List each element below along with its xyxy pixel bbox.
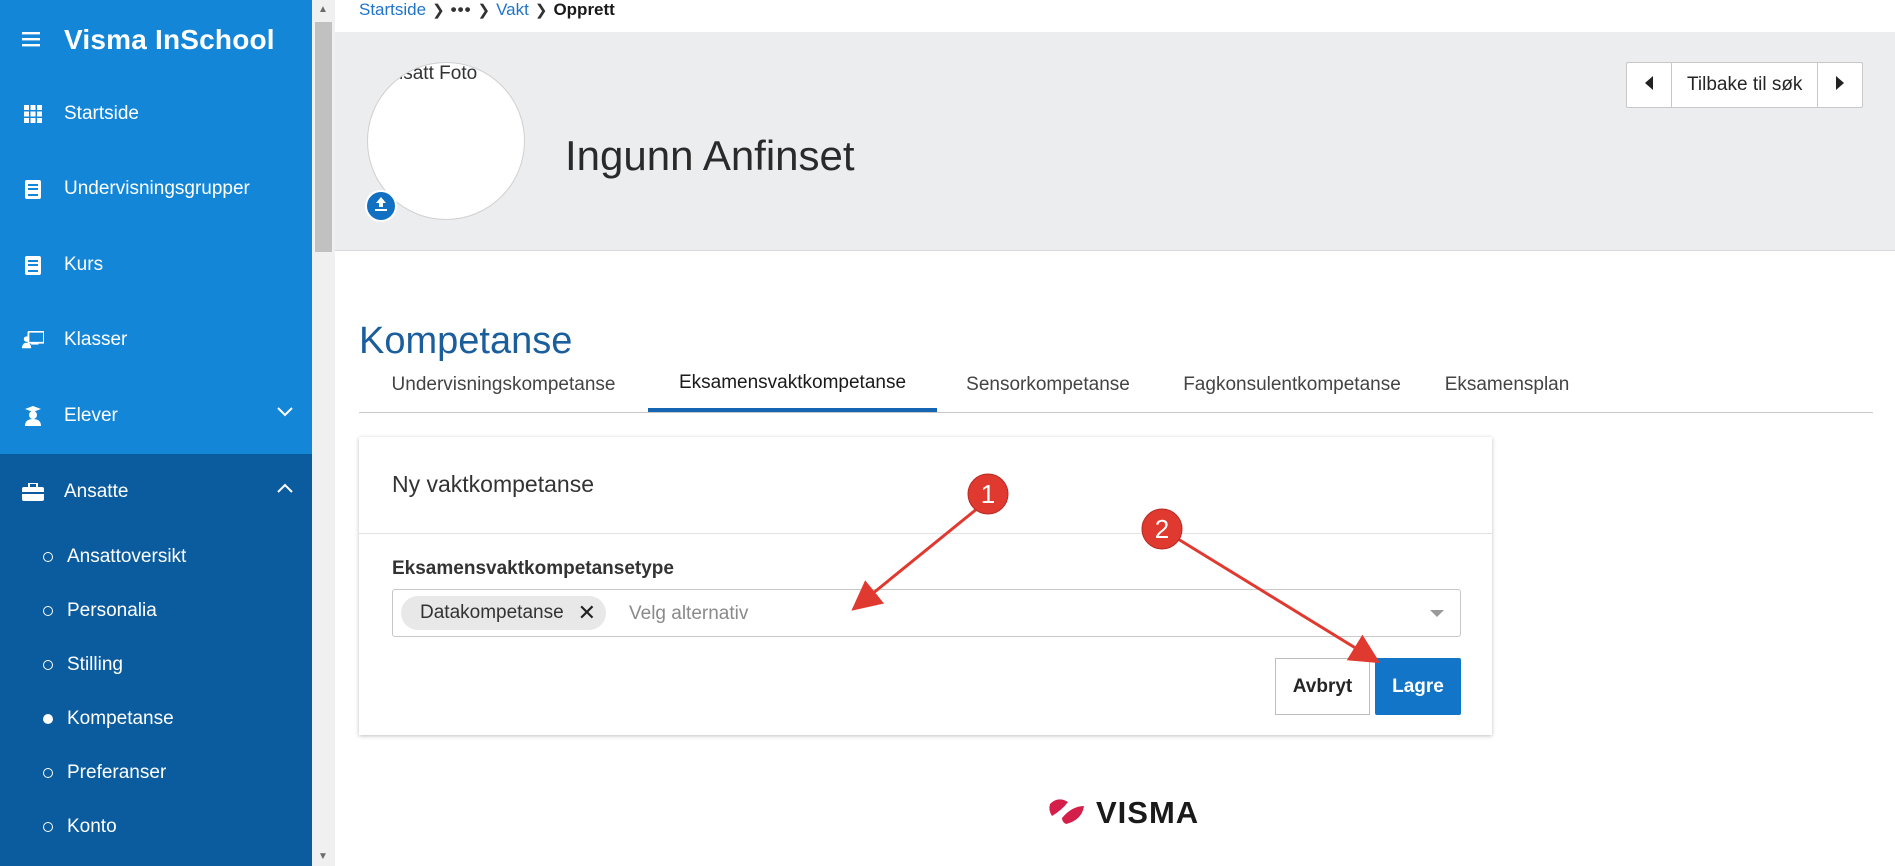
caret-left-icon (1644, 75, 1654, 95)
tab-eksamensplan[interactable]: Eksamensplan (1425, 358, 1589, 412)
sidebar-scrollbar[interactable]: ▲ ▼ (312, 0, 335, 866)
scroll-up-arrow-icon[interactable]: ▲ (318, 4, 328, 15)
sidebar: Visma InSchool Startside Undervisningsgr… (0, 0, 312, 866)
select-placeholder: Velg alternativ (629, 603, 749, 624)
chevron-down-icon[interactable] (276, 405, 294, 423)
app-brand: Visma InSchool (22, 20, 275, 60)
radio-dot-icon (43, 768, 53, 778)
upload-photo-button[interactable] (365, 190, 397, 222)
chevron-right-icon: ❯ (432, 2, 445, 19)
book-icon (22, 254, 44, 276)
breadcrumb-current: Opprett (553, 0, 615, 19)
sidebar-item-label: Ansatte (64, 481, 129, 502)
remove-chip-icon[interactable]: ✕ (578, 602, 596, 624)
visma-logo-text: VISMA (1096, 795, 1200, 830)
save-button[interactable]: Lagre (1375, 658, 1461, 715)
chevron-right-icon: ❯ (477, 2, 491, 19)
main-content: Startside ❯ ••• ❯ Vakt ❯ Opprett Ansatt … (335, 0, 1895, 866)
sidebar-subitem-label: Ansattoversikt (67, 546, 187, 567)
sidebar-item-klasser[interactable]: Klasser (0, 315, 312, 365)
sidebar-item-ansatte[interactable]: Ansatte (0, 467, 312, 517)
sidebar-item-undervisningsgrupper[interactable]: Undervisningsgrupper (0, 164, 312, 214)
classroom-icon (22, 329, 44, 351)
chevron-right-icon: ❯ (534, 2, 548, 19)
competence-tabs: Undervisningskompetanse Eksamensvaktkomp… (359, 358, 1873, 413)
chevron-up-icon[interactable] (276, 481, 294, 499)
sidebar-subitem-label: Personalia (67, 600, 157, 621)
sidebar-subitem-kompetanse[interactable]: Kompetanse (0, 699, 312, 739)
employee-name: Ingunn Anfinset (565, 132, 855, 180)
sidebar-item-elever[interactable]: Elever (0, 391, 312, 441)
tab-eksamensvaktkompetanse[interactable]: Eksamensvaktkompetanse (648, 358, 937, 412)
back-to-search-group: Tilbake til søk (1626, 62, 1864, 108)
sidebar-subitem-preferanser[interactable]: Preferanser (0, 753, 312, 793)
page-title: Kompetanse (359, 319, 573, 362)
competence-type-select[interactable]: Datakompetanse ✕ Velg alternativ (392, 589, 1461, 637)
sidebar-subitem-label: Kompetanse (67, 708, 174, 729)
sidebar-subitem-label: Preferanser (67, 762, 167, 783)
briefcase-icon (22, 481, 44, 503)
visma-logo-mark-icon (1048, 796, 1088, 831)
sidebar-subitem-label: Konto (67, 816, 117, 837)
sidebar-item-kurs[interactable]: Kurs (0, 240, 312, 290)
cancel-button[interactable]: Avbryt (1275, 658, 1370, 715)
scroll-down-arrow-icon[interactable]: ▼ (318, 851, 328, 862)
sidebar-subitem-stilling[interactable]: Stilling (0, 645, 312, 685)
breadcrumb: Startside ❯ ••• ❯ Vakt ❯ Opprett (359, 0, 615, 20)
divider (359, 533, 1492, 534)
radio-dot-icon (43, 552, 53, 562)
tab-undervisningskompetanse[interactable]: Undervisningskompetanse (359, 358, 648, 412)
grid-icon (22, 103, 44, 125)
selected-chip: Datakompetanse ✕ (401, 596, 607, 630)
book-icon (22, 178, 44, 200)
caret-right-icon (1835, 75, 1845, 95)
competence-type-label: Eksamensvaktkompetansetype (392, 558, 674, 579)
sidebar-subitem-ansattoversikt[interactable]: Ansattoversikt (0, 537, 312, 577)
radio-dot-icon (43, 660, 53, 670)
sidebar-item-label: Undervisningsgrupper (64, 178, 250, 199)
breadcrumb-parent-link[interactable]: Vakt (496, 0, 529, 20)
breadcrumb-ellipsis[interactable]: ••• (451, 0, 472, 20)
tab-sensorkompetanse[interactable]: Sensorkompetanse (937, 358, 1159, 412)
sidebar-subitem-konto[interactable]: Konto (0, 807, 312, 847)
hamburger-menu-icon[interactable] (22, 28, 44, 52)
dropdown-caret-icon[interactable] (1430, 610, 1444, 617)
next-button[interactable] (1817, 63, 1862, 107)
sidebar-subitem-personalia[interactable]: Personalia (0, 591, 312, 631)
sidebar-main-section (0, 0, 312, 454)
radio-dot-filled-icon (43, 714, 53, 724)
sidebar-item-label: Startside (64, 103, 139, 124)
previous-button[interactable] (1627, 63, 1672, 107)
app-title: Visma InSchool (64, 24, 275, 55)
breadcrumb-home-link[interactable]: Startside (359, 0, 426, 20)
sidebar-item-label: Elever (64, 405, 118, 426)
upload-icon (373, 196, 389, 217)
sidebar-item-startside[interactable]: Startside (0, 89, 312, 139)
sidebar-item-label: Kurs (64, 254, 104, 275)
photo-alt-text: Ansatt Foto (380, 63, 478, 84)
radio-dot-icon (43, 822, 53, 832)
radio-dot-icon (43, 606, 53, 616)
profile-header: Ansatt Foto Ingunn Anfinset Tilbake til … (335, 32, 1895, 251)
student-icon (22, 405, 44, 427)
back-to-search-button[interactable]: Tilbake til søk (1672, 63, 1817, 107)
new-guard-competence-card: Ny vaktkompetanse Eksamensvaktkompetanse… (359, 437, 1492, 735)
sidebar-subitem-label: Stilling (67, 654, 123, 675)
scrollbar-thumb[interactable] (315, 22, 332, 252)
tab-fagkonsulentkompetanse[interactable]: Fagkonsulentkompetanse (1159, 358, 1425, 412)
card-title: Ny vaktkompetanse (392, 471, 594, 497)
sidebar-item-label: Klasser (64, 329, 128, 350)
visma-logo: VISMA (1048, 795, 1200, 831)
chip-label: Datakompetanse (420, 602, 564, 623)
